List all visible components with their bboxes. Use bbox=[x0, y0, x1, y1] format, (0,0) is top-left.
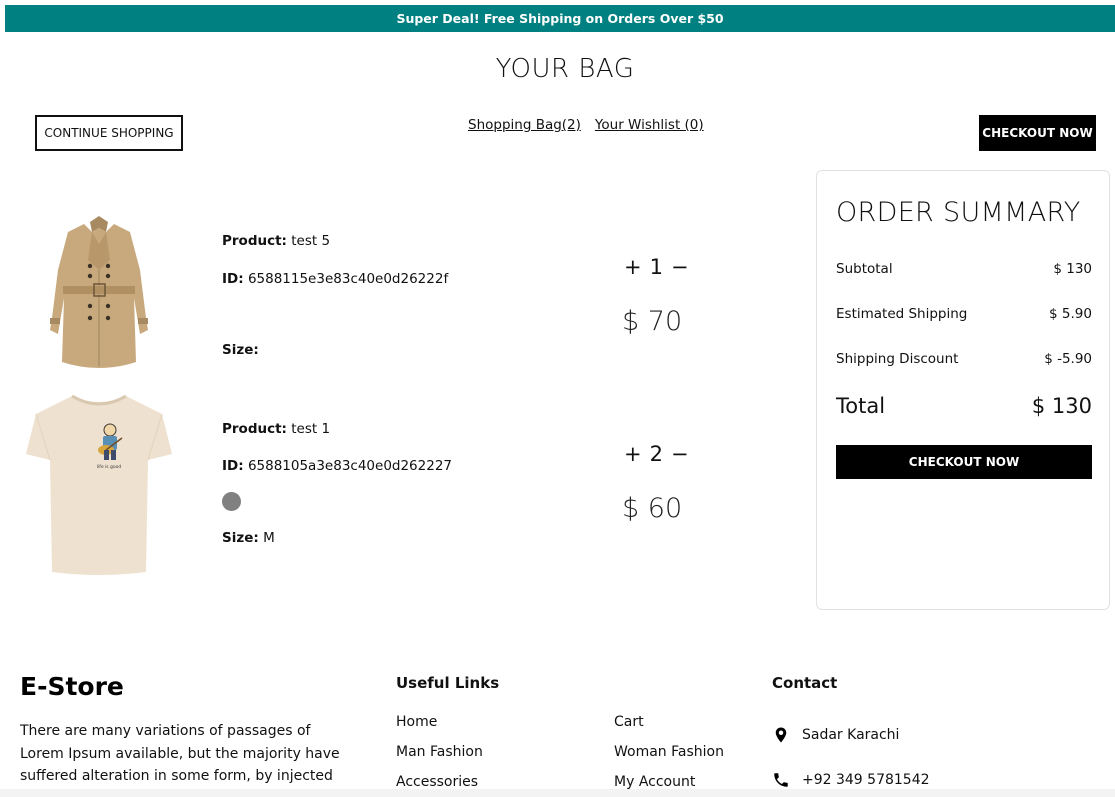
footer-link-cart[interactable]: Cart bbox=[614, 714, 644, 730]
footer-description: There are many variations of passages of… bbox=[20, 723, 340, 797]
product-label: Product: bbox=[222, 421, 287, 437]
quantity-value: 1 bbox=[649, 255, 663, 279]
increase-quantity-button[interactable]: + bbox=[624, 255, 642, 279]
footer-brand: E-Store bbox=[20, 672, 124, 701]
subtotal-value: $ 130 bbox=[1053, 261, 1092, 277]
order-summary-title: ORDER SUMMARY bbox=[836, 197, 1081, 228]
shipping-row: Estimated Shipping $ 5.90 bbox=[836, 306, 1092, 322]
id-label: ID: bbox=[222, 458, 244, 474]
increase-quantity-button[interactable]: + bbox=[624, 442, 642, 466]
cart-item: life is good Product: test 1 ID: 6588105… bbox=[0, 388, 800, 578]
discount-value: $ -5.90 bbox=[1044, 351, 1092, 367]
announcement-text: Super Deal! Free Shipping on Orders Over… bbox=[396, 11, 724, 26]
checkout-now-top-button[interactable]: CHECKOUT NOW bbox=[979, 115, 1096, 151]
shopping-bag-link[interactable]: Shopping Bag(2) bbox=[468, 117, 581, 133]
footer-link-home[interactable]: Home bbox=[396, 714, 437, 730]
contact-address: Sadar Karachi bbox=[802, 727, 900, 743]
size-value: M bbox=[263, 530, 275, 546]
decrease-quantity-button[interactable]: − bbox=[671, 255, 689, 279]
size-label: Size: bbox=[222, 530, 259, 546]
product-label: Product: bbox=[222, 233, 287, 249]
t-shirt-image: life is good bbox=[26, 394, 172, 575]
contact-phone: +92 349 5781542 bbox=[802, 772, 930, 788]
order-summary-panel: ORDER SUMMARY Subtotal $ 130 Estimated S… bbox=[816, 170, 1110, 610]
quantity-value: 2 bbox=[649, 442, 663, 466]
total-value: $ 130 bbox=[1031, 394, 1092, 418]
svg-text:life is good: life is good bbox=[97, 464, 122, 470]
size-label: Size: bbox=[222, 342, 259, 358]
product-id: 6588115e3e83c40e0d26222f bbox=[247, 271, 449, 287]
footer: E-Store There are many variations of pas… bbox=[0, 640, 1115, 797]
contact-phone-row: +92 349 5781542 bbox=[772, 771, 930, 789]
quantity-stepper: + 2 − bbox=[624, 442, 689, 466]
useful-links-title: Useful Links bbox=[396, 674, 500, 692]
subtotal-label: Subtotal bbox=[836, 261, 893, 277]
decrease-quantity-button[interactable]: − bbox=[671, 442, 689, 466]
continue-shopping-button[interactable]: CONTINUE SHOPPING bbox=[35, 115, 183, 151]
item-price: $ 60 bbox=[622, 493, 683, 524]
subtotal-row: Subtotal $ 130 bbox=[836, 261, 1092, 277]
contact-address-row: Sadar Karachi bbox=[772, 726, 899, 744]
footer-link-my-account[interactable]: My Account bbox=[614, 774, 695, 790]
id-label: ID: bbox=[222, 271, 244, 287]
footer-link-woman-fashion[interactable]: Woman Fashion bbox=[614, 744, 724, 760]
page-title: YOUR BAG bbox=[495, 54, 635, 84]
phone-icon bbox=[774, 773, 788, 787]
announcement-bar: Super Deal! Free Shipping on Orders Over… bbox=[5, 5, 1115, 32]
trench-coat-image bbox=[50, 216, 148, 368]
color-swatch[interactable] bbox=[222, 492, 241, 511]
product-name: test 5 bbox=[291, 233, 331, 249]
total-row: Total $ 130 bbox=[836, 394, 1092, 418]
contact-title: Contact bbox=[772, 674, 838, 692]
wishlist-link[interactable]: Your Wishlist (0) bbox=[595, 117, 704, 133]
shipping-value: $ 5.90 bbox=[1049, 306, 1092, 322]
product-id: 6588105a3e83c40e0d262227 bbox=[247, 458, 453, 474]
product-name: test 1 bbox=[291, 421, 331, 437]
discount-row: Shipping Discount $ -5.90 bbox=[836, 351, 1092, 367]
bag-links: Shopping Bag(2) Your Wishlist (0) bbox=[468, 117, 704, 133]
quantity-stepper: + 1 − bbox=[624, 255, 689, 279]
cart-item: Product: test 5 ID: 6588115e3e83c40e0d26… bbox=[0, 210, 800, 380]
total-label: Total bbox=[836, 394, 886, 418]
item-price: $ 70 bbox=[622, 306, 683, 337]
page-bottom-edge bbox=[0, 789, 1115, 797]
discount-label: Shipping Discount bbox=[836, 351, 959, 367]
footer-link-accessories[interactable]: Accessories bbox=[396, 774, 478, 790]
footer-link-man-fashion[interactable]: Man Fashion bbox=[396, 744, 483, 760]
checkout-now-summary-button[interactable]: CHECKOUT NOW bbox=[836, 445, 1092, 479]
location-pin-icon bbox=[775, 727, 787, 743]
shipping-label: Estimated Shipping bbox=[836, 306, 968, 322]
